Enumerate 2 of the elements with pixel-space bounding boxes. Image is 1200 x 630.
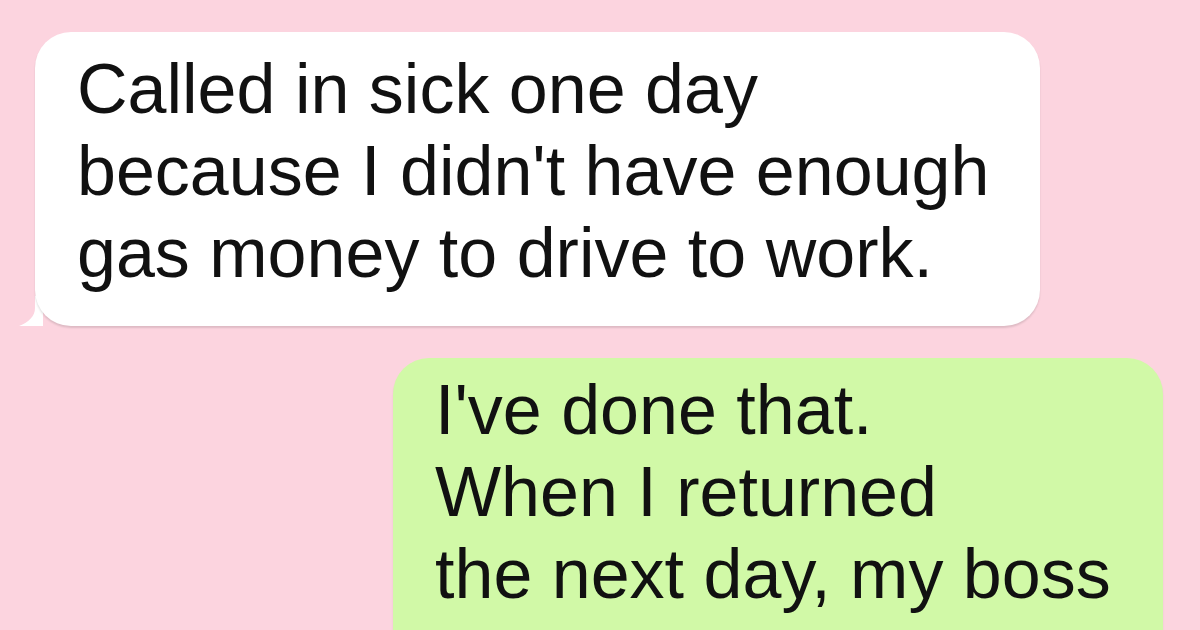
message-text: I've done that. When I returned the next day, my boss [435,370,1112,615]
message-text: Called in sick one day because I didn't have enough gas money to drive to work. [77,49,991,294]
